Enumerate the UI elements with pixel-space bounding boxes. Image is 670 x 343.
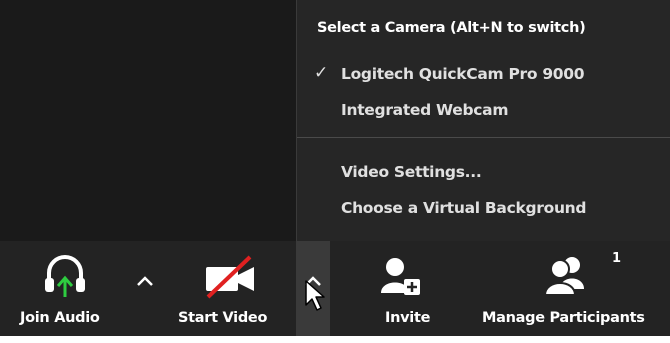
camera-option-integrated[interactable]: Integrated Webcam xyxy=(297,93,670,127)
chevron-up-icon xyxy=(137,276,153,286)
virtual-background-item[interactable]: Choose a Virtual Background xyxy=(297,191,670,225)
meeting-window: Select a Camera (Alt+N to switch) ✓ Logi… xyxy=(0,0,670,336)
join-audio-label: Join Audio xyxy=(20,310,100,326)
audio-options-chevron[interactable] xyxy=(130,266,160,296)
video-settings-label: Video Settings... xyxy=(341,163,482,181)
participants-icon xyxy=(543,257,584,296)
camera-option-label: Logitech QuickCam Pro 9000 xyxy=(341,65,585,83)
camera-menu: Select a Camera (Alt+N to switch) ✓ Logi… xyxy=(296,0,670,241)
camera-option-logitech[interactable]: ✓ Logitech QuickCam Pro 9000 xyxy=(297,57,670,91)
join-audio-button[interactable]: Join Audio xyxy=(0,241,128,336)
camera-menu-header: Select a Camera (Alt+N to switch) xyxy=(317,20,586,36)
window-frame-bottom xyxy=(0,336,670,343)
video-camera-off-icon xyxy=(206,255,254,299)
camera-option-label: Integrated Webcam xyxy=(341,101,509,119)
invite-label: Invite xyxy=(385,310,431,326)
invite-button[interactable]: Invite xyxy=(352,241,472,336)
start-video-button[interactable]: Start Video xyxy=(165,241,293,336)
menu-divider xyxy=(297,137,670,138)
mouse-pointer-icon xyxy=(305,280,325,311)
participant-count-badge: 1 xyxy=(612,251,622,266)
video-settings-item[interactable]: Video Settings... xyxy=(297,155,670,189)
virtual-background-label: Choose a Virtual Background xyxy=(341,199,587,217)
headphones-icon xyxy=(45,255,85,297)
manage-participants-label: Manage Participants xyxy=(482,310,645,326)
manage-participants-button[interactable]: 1 Manage Participants xyxy=(478,241,670,336)
start-video-label: Start Video xyxy=(178,310,268,326)
person-add-icon xyxy=(381,258,420,295)
checkmark-icon: ✓ xyxy=(314,63,329,83)
